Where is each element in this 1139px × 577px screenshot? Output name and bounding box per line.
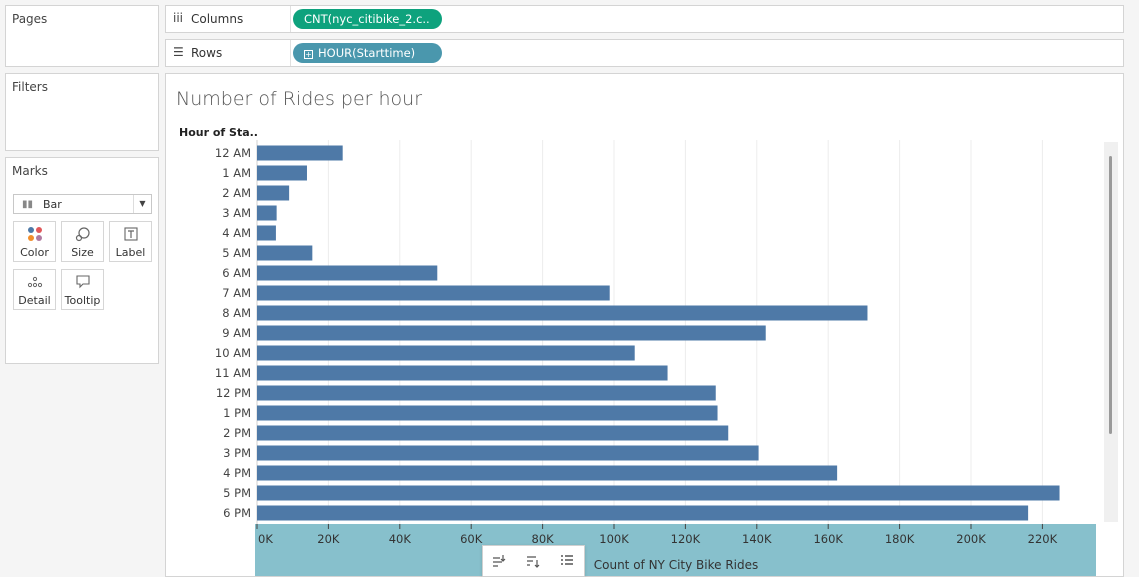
shelf-divider bbox=[290, 6, 291, 32]
x-axis-title: Count of NY City Bike Rides bbox=[594, 558, 759, 572]
x-tick-label: 120K bbox=[671, 532, 701, 546]
marks-title: Marks bbox=[12, 164, 48, 178]
bar bbox=[257, 225, 276, 241]
x-tick-label: 200K bbox=[956, 532, 986, 546]
category-tick-label: 5 AM bbox=[222, 246, 251, 260]
filters-card[interactable]: Filters bbox=[5, 73, 159, 151]
bar bbox=[257, 345, 635, 361]
filters-title: Filters bbox=[12, 80, 48, 94]
pages-card[interactable]: Pages bbox=[5, 5, 159, 67]
category-tick-label: 12 PM bbox=[216, 386, 251, 400]
mark-type-value: Bar bbox=[43, 198, 62, 211]
bar bbox=[257, 425, 729, 441]
tooltip-button[interactable]: Tooltip bbox=[61, 269, 104, 310]
bar bbox=[257, 285, 610, 301]
bar bbox=[257, 145, 343, 161]
x-tick-label: 60K bbox=[460, 532, 483, 546]
show-labels-icon[interactable] bbox=[557, 553, 577, 571]
bar bbox=[257, 205, 277, 221]
category-tick-label: 4 AM bbox=[222, 226, 251, 240]
category-tick-label: 3 PM bbox=[223, 446, 251, 460]
category-tick-label: 7 AM bbox=[222, 286, 251, 300]
marks-card: Marks ▮▮ Bar ▼ Color Size Label Detail T… bbox=[5, 157, 159, 364]
columns-shelf[interactable]: iii Columns CNT(nyc_citibike_2.c.. bbox=[165, 5, 1124, 33]
detail-label: Detail bbox=[18, 294, 51, 307]
columns-pill[interactable]: CNT(nyc_citibike_2.c.. bbox=[293, 9, 442, 29]
scrollbar-thumb[interactable] bbox=[1109, 156, 1112, 434]
mark-type-dropdown[interactable]: ▮▮ Bar ▼ bbox=[13, 194, 152, 214]
bar bbox=[257, 405, 718, 421]
bar bbox=[257, 165, 307, 181]
rows-label: Rows bbox=[191, 46, 223, 60]
label-button[interactable]: Label bbox=[109, 221, 152, 262]
x-tick-label: 40K bbox=[389, 532, 412, 546]
category-tick-label: 2 PM bbox=[223, 426, 251, 440]
bar-chart-icon: ▮▮ bbox=[22, 199, 34, 210]
tableau-workspace: Pages Filters Marks ▮▮ Bar ▼ Color Size bbox=[0, 0, 1139, 577]
size-button[interactable]: Size bbox=[61, 221, 104, 262]
category-tick-label: 2 AM bbox=[222, 186, 251, 200]
category-tick-label: 6 PM bbox=[223, 506, 251, 520]
size-label: Size bbox=[71, 246, 94, 259]
bar-chart: 12 AM 1 AM 2 AM 3 AM 4 AM 5 AM 6 AM 7 AM 8 AM 9 A… bbox=[215, 140, 1096, 576]
chevron-down-icon[interactable]: ▼ bbox=[133, 195, 151, 213]
bar bbox=[257, 245, 313, 261]
text-label-icon bbox=[110, 226, 151, 242]
bar bbox=[257, 265, 438, 281]
color-button[interactable]: Color bbox=[13, 221, 56, 262]
x-tick-label: 80K bbox=[532, 532, 555, 546]
rows-pill[interactable]: + HOUR(Starttime) bbox=[293, 43, 442, 63]
detail-dots-icon bbox=[14, 274, 55, 290]
color-label: Color bbox=[20, 246, 49, 259]
category-tick-label: 1 AM bbox=[222, 166, 251, 180]
size-icon bbox=[62, 226, 103, 242]
worksheet-view: Number of Rides per hour Hour of Sta.. 1… bbox=[165, 73, 1124, 577]
category-tick-label: 8 AM bbox=[222, 306, 251, 320]
category-tick-label: 5 PM bbox=[223, 486, 251, 500]
category-tick-label: 3 AM bbox=[222, 206, 251, 220]
category-tick-label: 12 AM bbox=[215, 146, 251, 160]
x-tick-label: 160K bbox=[813, 532, 843, 546]
columns-label: Columns bbox=[191, 12, 244, 26]
sort-icon[interactable] bbox=[523, 553, 543, 571]
rows-shelf[interactable]: ☰ Rows + HOUR(Starttime) bbox=[165, 39, 1124, 67]
category-tick-label: 9 AM bbox=[222, 326, 251, 340]
label-label: Label bbox=[115, 246, 146, 259]
rows-pill-label: HOUR(Starttime) bbox=[318, 46, 416, 60]
category-tick-label: 4 PM bbox=[223, 466, 251, 480]
x-tick-label: 100K bbox=[599, 532, 629, 546]
x-tick-label: 220K bbox=[1028, 532, 1058, 546]
swap-axes-icon[interactable] bbox=[489, 553, 509, 571]
pages-title: Pages bbox=[12, 12, 48, 26]
detail-button[interactable]: Detail bbox=[13, 269, 56, 310]
shelf-divider bbox=[290, 40, 291, 66]
bar bbox=[257, 505, 1029, 521]
x-tick-label: 140K bbox=[742, 532, 772, 546]
rows-icon: ☰ bbox=[173, 45, 184, 59]
tooltip-icon bbox=[62, 274, 103, 290]
category-tick-label: 6 AM bbox=[222, 266, 251, 280]
category-tick-label: 10 AM bbox=[215, 346, 251, 360]
bar bbox=[257, 185, 290, 201]
bar bbox=[257, 485, 1060, 501]
category-tick-label: 1 PM bbox=[223, 406, 251, 420]
x-tick-label: 0K bbox=[258, 532, 273, 546]
bar bbox=[257, 305, 868, 321]
bar bbox=[257, 365, 668, 381]
columns-icon: iii bbox=[173, 11, 184, 25]
x-tick-label: 20K bbox=[317, 532, 340, 546]
tooltip-label: Tooltip bbox=[64, 294, 101, 307]
color-dots-icon bbox=[14, 226, 55, 242]
category-tick-label: 11 AM bbox=[215, 366, 251, 380]
vertical-scrollbar[interactable] bbox=[1104, 142, 1118, 522]
expand-plus-icon[interactable]: + bbox=[304, 50, 313, 59]
x-tick-label: 180K bbox=[885, 532, 915, 546]
bar bbox=[257, 445, 759, 461]
view-toolbar bbox=[482, 545, 585, 577]
bar bbox=[257, 465, 838, 481]
bar bbox=[257, 325, 766, 341]
bar bbox=[257, 385, 716, 401]
